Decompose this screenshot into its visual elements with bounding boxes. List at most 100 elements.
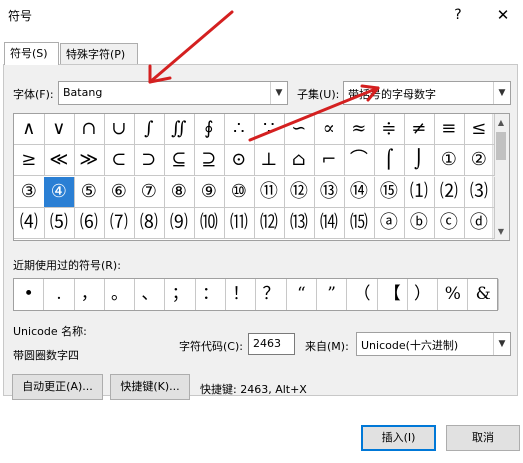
recent-symbol-cell[interactable]: ：	[196, 279, 227, 310]
symbol-cell[interactable]: ⑵	[434, 176, 465, 208]
recent-symbol-cell[interactable]: ？	[256, 279, 287, 310]
symbol-cell[interactable]: ≠	[404, 114, 435, 146]
symbol-cell[interactable]: ⑫	[284, 176, 315, 208]
symbol-cell[interactable]: ⓑ	[404, 207, 435, 240]
recent-symbol-cell[interactable]: .	[44, 279, 75, 310]
symbol-cell[interactable]: ∮	[194, 114, 225, 146]
autocorrect-button[interactable]: 自动更正(A)...	[12, 374, 103, 400]
symbol-cell[interactable]: ⑤	[74, 176, 105, 208]
char-code-input[interactable]: 2463	[248, 333, 295, 355]
symbol-cell[interactable]: ⊥	[254, 145, 285, 177]
symbol-cell[interactable]: ⑽	[194, 207, 225, 240]
symbol-cell[interactable]: ⑾	[224, 207, 255, 240]
symbol-cell[interactable]: ⒁	[314, 207, 345, 240]
symbol-cell[interactable]: ④	[44, 176, 75, 208]
symbol-cell[interactable]: ∬	[164, 114, 195, 146]
scroll-up-icon[interactable]: ▲	[493, 114, 509, 131]
symbol-cell[interactable]: ≥	[14, 145, 45, 177]
symbol-cell[interactable]: ⌠	[374, 145, 405, 177]
symbol-cell[interactable]: ③	[14, 176, 45, 208]
cancel-button[interactable]: 取消	[446, 425, 520, 451]
symbol-cell[interactable]: ⓓ	[464, 207, 495, 240]
symbol-cell[interactable]: ⑸	[44, 207, 75, 240]
recent-symbol-cell[interactable]: &	[469, 279, 499, 310]
symbol-cell[interactable]: ⌡	[404, 145, 435, 177]
recent-symbol-cell[interactable]: 、	[135, 279, 166, 310]
symbol-cell[interactable]: ⌂	[284, 145, 315, 177]
symbol-cell[interactable]: ⑩	[224, 176, 255, 208]
symbol-cell[interactable]: ∩	[74, 114, 105, 146]
font-combobox[interactable]: Batang ▼	[58, 81, 288, 105]
recent-symbol-cell[interactable]: ！	[226, 279, 257, 310]
symbol-cell[interactable]: ⓒ	[434, 207, 465, 240]
from-value: Unicode(十六进制)	[361, 339, 459, 352]
tab-symbols[interactable]: 符号(S)	[4, 42, 59, 65]
chevron-down-icon[interactable]: ▼	[270, 82, 287, 104]
subset-combobox[interactable]: 带括号的字母数字 ▼	[343, 81, 511, 105]
symbol-cell[interactable]: ⑶	[464, 176, 495, 208]
symbol-cell[interactable]: ∧	[14, 114, 45, 146]
insert-button[interactable]: 插入(I)	[361, 425, 436, 451]
symbol-grid: ▲ ▼ ∧ ∨ ∩ ∪ ∫ ∬ ∮ ∴ ∵ ∽ ∝ ≈ ≑ ≠ ≡ ≤ ≥ ≪ ≫ ⊂ ⊃ ⊆ ⊇ ⊙ ⊥ ⌂ ⌐ ⌒ ⌠ ⌡ ① ② ③ ④ ⑤ ⑥…	[13, 113, 510, 241]
symbol-cell[interactable]: ⑭	[344, 176, 375, 208]
symbol-cell[interactable]: ⑬	[314, 176, 345, 208]
symbol-cell[interactable]: ⌒	[344, 145, 375, 177]
symbol-cell[interactable]: ⑿	[254, 207, 285, 240]
symbol-cell[interactable]: ∴	[224, 114, 255, 146]
symbol-cell[interactable]: ≡	[434, 114, 465, 146]
chevron-down-icon[interactable]: ▼	[493, 82, 510, 104]
scroll-thumb[interactable]	[496, 132, 506, 160]
symbol-cell[interactable]: ⊆	[164, 145, 195, 177]
symbol-cell[interactable]: ⑦	[134, 176, 165, 208]
symbol-cell[interactable]: ⑧	[164, 176, 195, 208]
recent-symbol-cell[interactable]: %	[438, 279, 469, 310]
symbol-cell[interactable]: ≑	[374, 114, 405, 146]
symbol-cell[interactable]: ∽	[284, 114, 315, 146]
symbol-cell[interactable]: ⑴	[404, 176, 435, 208]
recent-symbol-cell[interactable]: ；	[166, 279, 196, 310]
symbol-cell[interactable]: ∪	[104, 114, 135, 146]
symbol-cell[interactable]: ⊂	[104, 145, 135, 177]
symbol-cell[interactable]: ⑨	[194, 176, 225, 208]
symbol-cell[interactable]: ⑼	[164, 207, 195, 240]
symbol-cell[interactable]: ≈	[344, 114, 375, 146]
symbol-cell[interactable]: ≤	[464, 114, 495, 146]
help-button[interactable]: ?	[443, 3, 473, 27]
recent-symbol-cell[interactable]: “	[287, 279, 317, 310]
symbol-cell[interactable]: ∵	[254, 114, 285, 146]
recent-symbol-cell[interactable]: ”	[317, 279, 348, 310]
symbol-cell[interactable]: ⒂	[344, 207, 375, 240]
chevron-down-icon[interactable]: ▼	[493, 333, 510, 355]
symbol-cell[interactable]: ≫	[74, 145, 105, 177]
symbol-cell[interactable]: ⒀	[284, 207, 315, 240]
symbol-cell[interactable]: ⊃	[134, 145, 165, 177]
symbol-cell[interactable]: ∫	[134, 114, 165, 146]
symbol-cell[interactable]: ⑻	[134, 207, 165, 240]
symbol-cell[interactable]: ⑺	[104, 207, 135, 240]
recent-symbol-cell[interactable]: ，	[75, 279, 105, 310]
from-combobox[interactable]: Unicode(十六进制) ▼	[356, 332, 511, 356]
symbol-cell[interactable]: ①	[434, 145, 465, 177]
tab-special-characters[interactable]: 特殊字符(P)	[60, 43, 138, 64]
symbol-cell[interactable]: ≪	[44, 145, 75, 177]
shortcut-key-button[interactable]: 快捷键(K)...	[110, 374, 190, 400]
recent-symbol-cell[interactable]: •	[14, 279, 45, 310]
recent-symbol-cell[interactable]: ）	[408, 279, 439, 310]
close-button[interactable]: ✕	[488, 3, 518, 27]
scroll-down-icon[interactable]: ▼	[493, 223, 509, 240]
symbol-cell[interactable]: ⑷	[14, 207, 45, 240]
symbol-cell[interactable]: ⑹	[74, 207, 105, 240]
symbol-cell[interactable]: ⑮	[374, 176, 405, 208]
symbol-cell[interactable]: ∨	[44, 114, 75, 146]
symbol-cell[interactable]: ⑪	[254, 176, 285, 208]
recent-symbol-cell[interactable]: （	[347, 279, 378, 310]
recent-symbol-cell[interactable]: 。	[105, 279, 136, 310]
symbol-cell[interactable]: ⊙	[224, 145, 255, 177]
symbol-cell[interactable]: ⌐	[314, 145, 345, 177]
symbol-cell[interactable]: ⊇	[194, 145, 225, 177]
symbol-cell[interactable]: ⑥	[104, 176, 135, 208]
recent-symbol-cell[interactable]: 【	[378, 279, 408, 310]
symbol-cell[interactable]: ⓐ	[374, 207, 405, 240]
symbol-cell[interactable]: ∝	[314, 114, 345, 146]
symbol-cell[interactable]: ②	[464, 145, 495, 177]
